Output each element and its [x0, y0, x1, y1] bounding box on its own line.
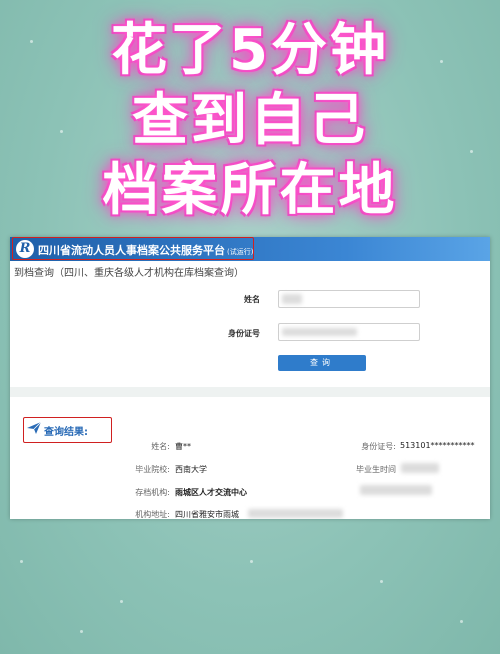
result-school-label: 毕业院校:	[135, 465, 170, 474]
result-archive-org-value: 雨城区人才交流中心	[175, 488, 247, 497]
result-school-value: 西南大学	[175, 465, 207, 474]
headline-line-1: 花了5分钟	[111, 18, 389, 83]
result-id-label: 身份证号:	[361, 442, 396, 451]
result-id-value: 513101***********	[400, 441, 475, 450]
headline-line-2: 查到自己	[132, 88, 368, 153]
title-highlight-box	[12, 237, 254, 260]
paper-plane-icon	[27, 422, 41, 434]
archive-query-screenshot: R 四川省流动人员人事档案公共服务平台 (试运行) 到档查询（四川、重庆各级人才机…	[10, 237, 490, 519]
result-archive-org-label: 存档机构:	[135, 488, 170, 497]
result-name-label: 姓名:	[151, 442, 170, 451]
id-number-label: 身份证号	[228, 329, 260, 338]
result-org-address-blurred-value	[248, 509, 343, 518]
section-divider	[10, 387, 490, 397]
headline-line-3: 档案所在地	[102, 158, 398, 223]
result-right-blurred-value	[360, 485, 432, 495]
name-input[interactable]	[278, 290, 420, 308]
name-label: 姓名	[244, 295, 260, 304]
result-name-value: 曹**	[175, 442, 191, 451]
result-title: 查询结果:	[44, 427, 88, 438]
id-number-blurred-value	[282, 328, 357, 336]
result-grad-time-label: 毕业生时间	[356, 465, 396, 474]
name-input-blurred-value	[282, 294, 302, 304]
id-number-input[interactable]	[278, 323, 420, 341]
result-org-address-label: 机构地址:	[135, 510, 170, 519]
page-subtitle: 到档查询（四川、重庆各级人才机构在库档案查询）	[14, 268, 244, 279]
query-button[interactable]: 查询	[278, 355, 366, 371]
result-org-address-value: 四川省雅安市雨城	[175, 510, 239, 519]
result-grad-time-blurred-value	[401, 463, 439, 473]
